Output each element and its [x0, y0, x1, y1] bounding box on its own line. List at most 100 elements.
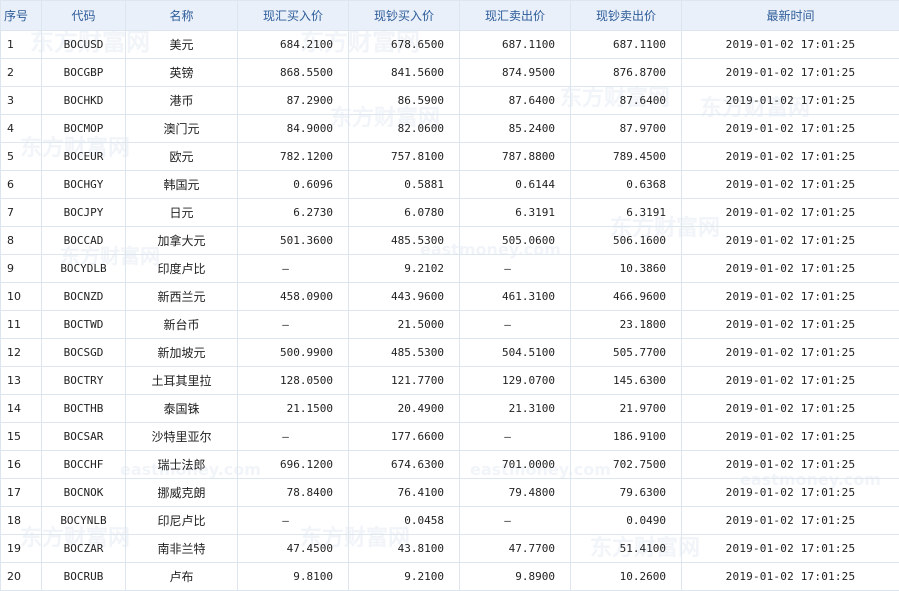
cell-code[interactable]: BOCGBP [42, 59, 126, 87]
cell-code[interactable]: BOCCHF [42, 451, 126, 479]
cell-code[interactable]: BOCCAD [42, 227, 126, 255]
header-spot-sell[interactable]: 现汇卖出价 [460, 1, 571, 31]
table-row: 16BOCCHF瑞士法郎696.1200674.6300701.0000702.… [1, 451, 899, 479]
cell-index: 12 [1, 339, 42, 367]
cell-cash-buy: 485.5300 [349, 227, 460, 255]
cell-spot-sell: 687.1100 [460, 31, 571, 59]
cell-code[interactable]: BOCTWD [42, 311, 126, 339]
cell-name[interactable]: 日元 [126, 199, 238, 227]
cell-name[interactable]: 新加坡元 [126, 339, 238, 367]
cell-cash-sell: 51.4100 [571, 535, 682, 563]
cell-name[interactable]: 英镑 [126, 59, 238, 87]
cell-code[interactable]: BOCHGY [42, 171, 126, 199]
cell-spot-buy: 0.6096 [238, 171, 349, 199]
table-row: 9BOCYDLB印度卢比–9.2102–10.38602019-01-02 17… [1, 255, 899, 283]
header-code[interactable]: 代码 [42, 1, 126, 31]
cell-cash-sell: 145.6300 [571, 367, 682, 395]
cell-update-time: 2019-01-02 17:01:25 [682, 535, 899, 563]
table-row: 18BOCYNLB印尼卢比–0.0458–0.04902019-01-02 17… [1, 507, 899, 535]
header-name[interactable]: 名称 [126, 1, 238, 31]
cell-index: 13 [1, 367, 42, 395]
cell-spot-sell: – [460, 423, 571, 451]
header-cash-buy[interactable]: 现钞买入价 [349, 1, 460, 31]
cell-cash-buy: 0.5881 [349, 171, 460, 199]
cell-cash-sell: 0.6368 [571, 171, 682, 199]
cell-spot-sell: – [460, 507, 571, 535]
cell-name[interactable]: 港币 [126, 87, 238, 115]
table-row: 7BOCJPY日元6.27306.07806.31916.31912019-01… [1, 199, 899, 227]
cell-name[interactable]: 加拿大元 [126, 227, 238, 255]
cell-code[interactable]: BOCZAR [42, 535, 126, 563]
cell-cash-sell: 6.3191 [571, 199, 682, 227]
cell-cash-buy: 20.4900 [349, 395, 460, 423]
cell-name[interactable]: 美元 [126, 31, 238, 59]
cell-name[interactable]: 土耳其里拉 [126, 367, 238, 395]
header-cash-sell[interactable]: 现钞卖出价 [571, 1, 682, 31]
cell-code[interactable]: BOCYNLB [42, 507, 126, 535]
cell-cash-sell: 506.1600 [571, 227, 682, 255]
header-spot-buy[interactable]: 现汇买入价 [238, 1, 349, 31]
cell-cash-buy: 9.2102 [349, 255, 460, 283]
header-index[interactable]: 序号 [1, 1, 42, 31]
cell-code[interactable]: BOCNZD [42, 283, 126, 311]
table-row: 20BOCRUB卢布9.81009.21009.890010.26002019-… [1, 563, 899, 591]
cell-index: 9 [1, 255, 42, 283]
cell-name[interactable]: 澳门元 [126, 115, 238, 143]
cell-name[interactable]: 泰国铢 [126, 395, 238, 423]
cell-cash-sell: 186.9100 [571, 423, 682, 451]
cell-spot-sell: 79.4800 [460, 479, 571, 507]
cell-spot-buy: – [238, 255, 349, 283]
cell-update-time: 2019-01-02 17:01:25 [682, 227, 899, 255]
cell-index: 8 [1, 227, 42, 255]
cell-cash-sell: 21.9700 [571, 395, 682, 423]
cell-cash-sell: 505.7700 [571, 339, 682, 367]
cell-code[interactable]: BOCEUR [42, 143, 126, 171]
cell-spot-buy: – [238, 423, 349, 451]
cell-name[interactable]: 挪威克朗 [126, 479, 238, 507]
cell-name[interactable]: 印尼卢比 [126, 507, 238, 535]
cell-code[interactable]: BOCSGD [42, 339, 126, 367]
cell-name[interactable]: 南非兰特 [126, 535, 238, 563]
cell-spot-buy: 84.9000 [238, 115, 349, 143]
cell-code[interactable]: BOCUSD [42, 31, 126, 59]
cell-spot-sell: – [460, 255, 571, 283]
cell-code[interactable]: BOCTHB [42, 395, 126, 423]
cell-code[interactable]: BOCMOP [42, 115, 126, 143]
cell-name[interactable]: 卢布 [126, 563, 238, 591]
cell-name[interactable]: 瑞士法郎 [126, 451, 238, 479]
cell-index: 3 [1, 87, 42, 115]
cell-index: 7 [1, 199, 42, 227]
cell-spot-sell: 9.8900 [460, 563, 571, 591]
cell-index: 14 [1, 395, 42, 423]
cell-index: 18 [1, 507, 42, 535]
cell-code[interactable]: BOCTRY [42, 367, 126, 395]
cell-name[interactable]: 新西兰元 [126, 283, 238, 311]
cell-index: 10 [1, 283, 42, 311]
cell-index: 2 [1, 59, 42, 87]
cell-code[interactable]: BOCNOK [42, 479, 126, 507]
cell-code[interactable]: BOCJPY [42, 199, 126, 227]
cell-name[interactable]: 印度卢比 [126, 255, 238, 283]
cell-cash-sell: 87.6400 [571, 87, 682, 115]
cell-spot-sell: 21.3100 [460, 395, 571, 423]
cell-name[interactable]: 欧元 [126, 143, 238, 171]
cell-spot-buy: 21.1500 [238, 395, 349, 423]
cell-update-time: 2019-01-02 17:01:25 [682, 311, 899, 339]
cell-name[interactable]: 沙特里亚尔 [126, 423, 238, 451]
cell-code[interactable]: BOCYDLB [42, 255, 126, 283]
cell-code[interactable]: BOCHKD [42, 87, 126, 115]
cell-name[interactable]: 韩国元 [126, 171, 238, 199]
table-row: 11BOCTWD新台币–21.5000–23.18002019-01-02 17… [1, 311, 899, 339]
header-update-time[interactable]: 最新时间 [682, 1, 899, 31]
cell-name[interactable]: 新台币 [126, 311, 238, 339]
cell-cash-sell: 10.2600 [571, 563, 682, 591]
cell-code[interactable]: BOCSAR [42, 423, 126, 451]
table-row: 14BOCTHB泰国铢21.150020.490021.310021.97002… [1, 395, 899, 423]
cell-update-time: 2019-01-02 17:01:25 [682, 31, 899, 59]
cell-spot-buy: 6.2730 [238, 199, 349, 227]
cell-code[interactable]: BOCRUB [42, 563, 126, 591]
cell-cash-buy: 674.6300 [349, 451, 460, 479]
cell-index: 5 [1, 143, 42, 171]
cell-cash-sell: 23.1800 [571, 311, 682, 339]
cell-update-time: 2019-01-02 17:01:25 [682, 59, 899, 87]
